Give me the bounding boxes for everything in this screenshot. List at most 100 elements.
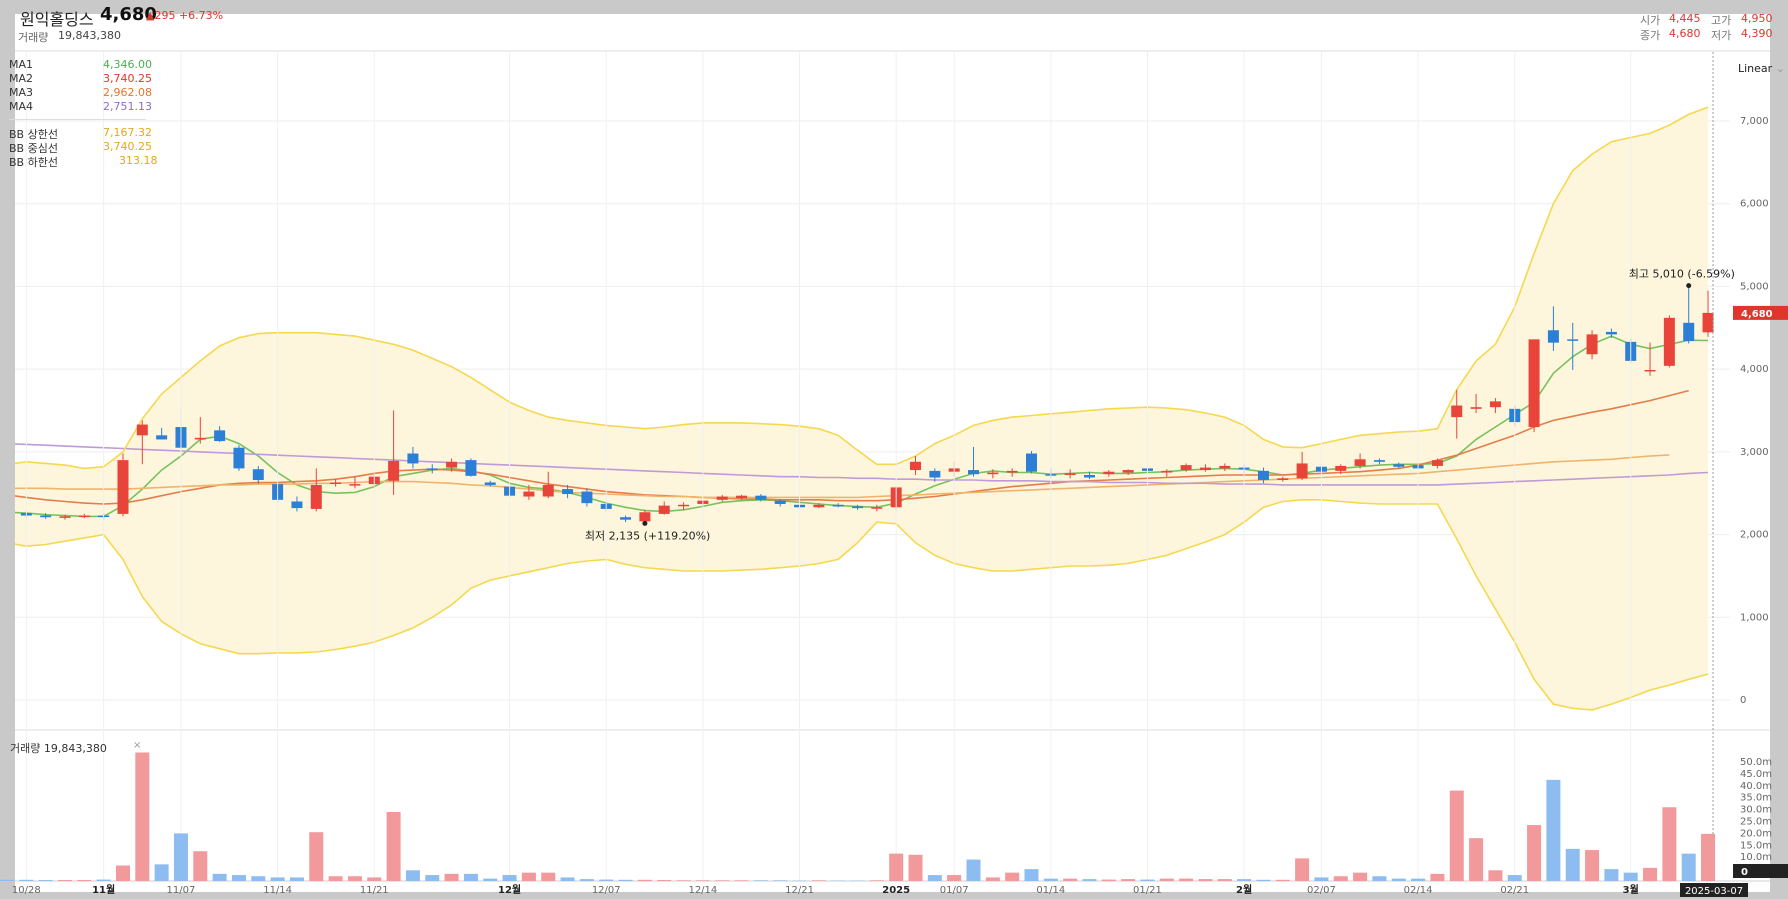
y-tick-label: 5,000	[1740, 281, 1769, 292]
volume-bar	[1043, 878, 1058, 881]
legend-ma4-name: MA4	[9, 100, 34, 113]
candle-body	[1663, 317, 1675, 366]
candle-body	[330, 482, 342, 484]
volume-bar	[270, 877, 285, 881]
volume-bar	[38, 880, 53, 881]
candle-body	[1257, 470, 1269, 480]
candle-body	[1470, 407, 1482, 409]
legend-ma4-value: 2,751.13	[103, 100, 152, 113]
candle-body	[1547, 330, 1559, 343]
y-tick-label: 2,000	[1740, 530, 1769, 541]
candle-body	[426, 468, 438, 470]
x-tick-label: 01/07	[940, 885, 969, 896]
candle-body	[291, 501, 303, 509]
price-marker-label: 4,680	[1741, 309, 1773, 320]
candle-body	[542, 484, 554, 497]
current-date-label: 2025-03-07	[1685, 886, 1743, 897]
volume-tick-label: 10.0m	[1740, 852, 1772, 863]
volume-bar	[1546, 779, 1561, 881]
candle-body	[1103, 471, 1115, 475]
volume-bar	[96, 879, 111, 881]
volume-bar	[444, 873, 459, 881]
candle-body	[755, 495, 767, 500]
candle-body	[40, 515, 52, 518]
volume-bar	[309, 832, 324, 881]
y-tick-label: 7,000	[1740, 116, 1769, 127]
volume-bar	[927, 875, 942, 881]
volume-bar	[889, 853, 904, 881]
y-tick-label: 3,000	[1740, 447, 1769, 458]
candle-body	[1064, 473, 1076, 476]
volume-bar	[1507, 875, 1522, 881]
volume-bar	[811, 880, 826, 881]
volume-bar	[1623, 872, 1638, 881]
volume-bar	[135, 752, 150, 881]
volume-bar	[1005, 872, 1020, 881]
volume-bar	[1643, 867, 1658, 881]
legend-ma3-value: 2,962.08	[103, 86, 152, 99]
candle-body	[1605, 331, 1617, 335]
candle-body	[1489, 401, 1501, 408]
volume-tick-label: 20.0m	[1740, 828, 1772, 839]
volume-bar	[579, 879, 594, 881]
candle-body	[2, 510, 13, 512]
volume-bar	[734, 880, 749, 881]
annotation-dot	[1686, 283, 1692, 289]
legend-ma2-value: 3,740.25	[103, 72, 152, 85]
legend-bb-mid-value: 3,740.25	[103, 140, 152, 153]
chevron-down-icon: ⌄	[1775, 62, 1785, 75]
candle-body	[929, 470, 941, 478]
candle-body	[484, 482, 496, 485]
scale-mode-dropdown[interactable]: Linear ⌄	[1738, 62, 1785, 75]
volume-bar	[173, 833, 188, 881]
volume-marker-label: 0	[1741, 867, 1748, 878]
candle-body	[736, 495, 748, 499]
x-tick-label: 11월	[92, 884, 115, 896]
ohlc-open-value: 4,445	[1669, 12, 1701, 25]
volume-bar	[560, 877, 575, 881]
volume-bar	[1179, 878, 1194, 881]
volume-bar	[463, 873, 478, 881]
stock-name: 원익홀딩스	[20, 10, 94, 29]
candle-body	[407, 453, 419, 464]
candle-body	[871, 507, 883, 509]
candle-body	[78, 515, 90, 518]
volume-bar	[773, 880, 788, 881]
volume-bar	[599, 879, 614, 881]
legend-ma1-value: 4,346.00	[103, 58, 152, 71]
volume-panel-label: 거래량 19,843,380	[10, 742, 107, 755]
candle-body	[465, 460, 477, 476]
volume-bar	[753, 880, 768, 881]
volume-label: 거래량	[18, 31, 49, 44]
candle-body	[59, 516, 71, 518]
volume-bar	[1449, 790, 1464, 881]
volume-bar	[1565, 848, 1580, 881]
candle-body	[136, 424, 148, 436]
ohlc-open-label: 시가	[1640, 14, 1661, 27]
volume-bar	[77, 880, 92, 881]
volume-bar	[483, 878, 498, 881]
x-tick-label: 01/21	[1133, 885, 1162, 896]
x-tick-label: 11/21	[360, 885, 389, 896]
y-tick-label: 4,000	[1740, 364, 1769, 375]
volume-bar	[1585, 850, 1600, 881]
legend-ma3-name: MA3	[9, 86, 34, 99]
candle-body	[1199, 467, 1211, 471]
candle-body	[1702, 312, 1714, 333]
candle-body	[1180, 465, 1192, 471]
volume-bar	[1372, 876, 1387, 881]
x-tick-label: 01/14	[1036, 885, 1065, 896]
volume-panel-close-icon[interactable]: ×	[133, 740, 141, 751]
x-tick-label: 02/14	[1404, 885, 1433, 896]
volume-tick-label: 25.0m	[1740, 817, 1772, 828]
volume-bar	[386, 811, 401, 881]
volume-bar	[193, 851, 208, 881]
candle-body	[716, 496, 728, 500]
volume-tick-label: 15.0m	[1740, 840, 1772, 851]
candle-body	[1451, 405, 1463, 418]
candle-body	[1122, 470, 1134, 473]
candle-body	[1393, 464, 1405, 467]
x-tick-label: 12월	[498, 884, 521, 896]
candle-body	[1354, 459, 1366, 466]
volume-bar	[1604, 869, 1619, 881]
